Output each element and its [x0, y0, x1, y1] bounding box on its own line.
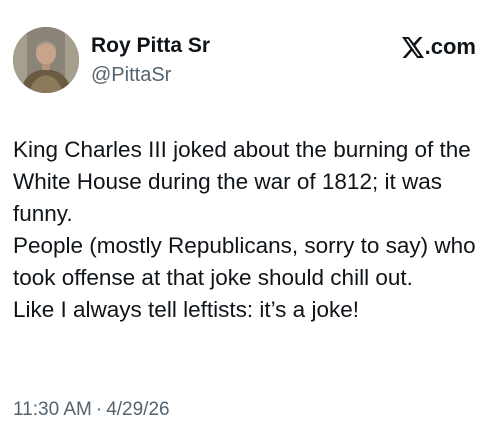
tweet-paragraph: People (mostly Republicans, sorry to say… — [13, 233, 476, 290]
avatar-image — [13, 27, 79, 93]
author-display-name[interactable]: Roy Pitta Sr — [91, 33, 210, 59]
x-logo-icon — [401, 36, 424, 58]
timestamp-separator: · — [95, 399, 103, 420]
tweet-date: 4/29/26 — [106, 399, 170, 420]
brand-link[interactable]: .com — [401, 34, 476, 60]
tweet-time: 11:30 AM — [13, 399, 92, 420]
author-avatar[interactable] — [13, 27, 79, 93]
tweet-paragraph: King Charles III joked about the burning… — [13, 137, 471, 226]
tweet-paragraph: Like I always tell leftists: it’s a joke… — [13, 297, 359, 322]
brand-label: .com — [424, 34, 476, 59]
author-handle[interactable]: @PittaSr — [91, 63, 171, 87]
tweet-card: Roy Pitta Sr @PittaSr .com King Charles … — [0, 0, 500, 440]
tweet-text: King Charles III joked about the burning… — [13, 134, 491, 326]
tweet-timestamp[interactable]: 11:30 AM · 4/29/26 — [13, 398, 170, 422]
